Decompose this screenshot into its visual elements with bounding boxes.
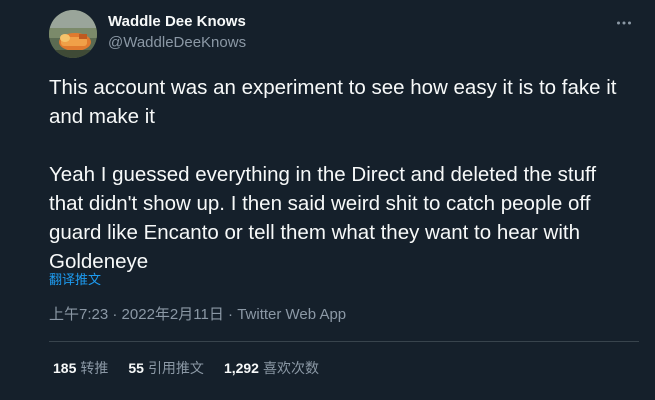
- divider: [49, 341, 639, 342]
- user-handle[interactable]: @WaddleDeeKnows: [108, 33, 246, 53]
- avatar[interactable]: [49, 10, 97, 58]
- retweets-label: 转推: [80, 360, 109, 376]
- likes-label: 喜欢次数: [262, 360, 319, 376]
- likes-count: 1,292: [223, 360, 259, 376]
- tweet-header: Waddle Dee Knows @WaddleDeeKnows: [49, 8, 639, 58]
- more-options-button[interactable]: [609, 8, 639, 38]
- tweet-text: This account was an experiment to see ho…: [49, 73, 629, 276]
- more-horizontal-icon: [617, 21, 631, 25]
- display-name[interactable]: Waddle Dee Knows: [108, 13, 246, 31]
- avatar-image: [49, 10, 97, 58]
- likes-stat[interactable]: 1,292 喜欢次数: [224, 358, 319, 378]
- tweet-detail: Waddle Dee Knows @WaddleDeeKnows This ac…: [0, 0, 655, 400]
- tweet-paragraph: This account was an experiment to see ho…: [49, 76, 617, 128]
- quotes-count: 55: [128, 360, 144, 376]
- tweet-paragraph: Yeah I guessed everything in the Direct …: [49, 163, 597, 273]
- retweets-stat[interactable]: 185 转推: [53, 358, 108, 378]
- meta-separator: ·: [223, 306, 238, 323]
- quotes-stat[interactable]: 55 引用推文: [128, 358, 204, 378]
- quotes-label: 引用推文: [147, 360, 204, 376]
- tweet-date[interactable]: 2022年2月11日: [122, 306, 224, 323]
- meta-separator: ·: [108, 306, 122, 323]
- tweet-source[interactable]: Twitter Web App: [237, 306, 346, 323]
- author-block: Waddle Dee Knows @WaddleDeeKnows: [108, 13, 246, 53]
- tweet-time[interactable]: 上午7:23: [49, 306, 108, 323]
- retweets-count: 185: [53, 360, 77, 376]
- translate-tweet-link[interactable]: 翻译推文: [49, 272, 101, 288]
- tweet-stats: 185 转推 55 引用推文 1,292 喜欢次数: [53, 358, 319, 378]
- tweet-metadata: 上午7:23 · 2022年2月11日 · Twitter Web App: [49, 305, 346, 325]
